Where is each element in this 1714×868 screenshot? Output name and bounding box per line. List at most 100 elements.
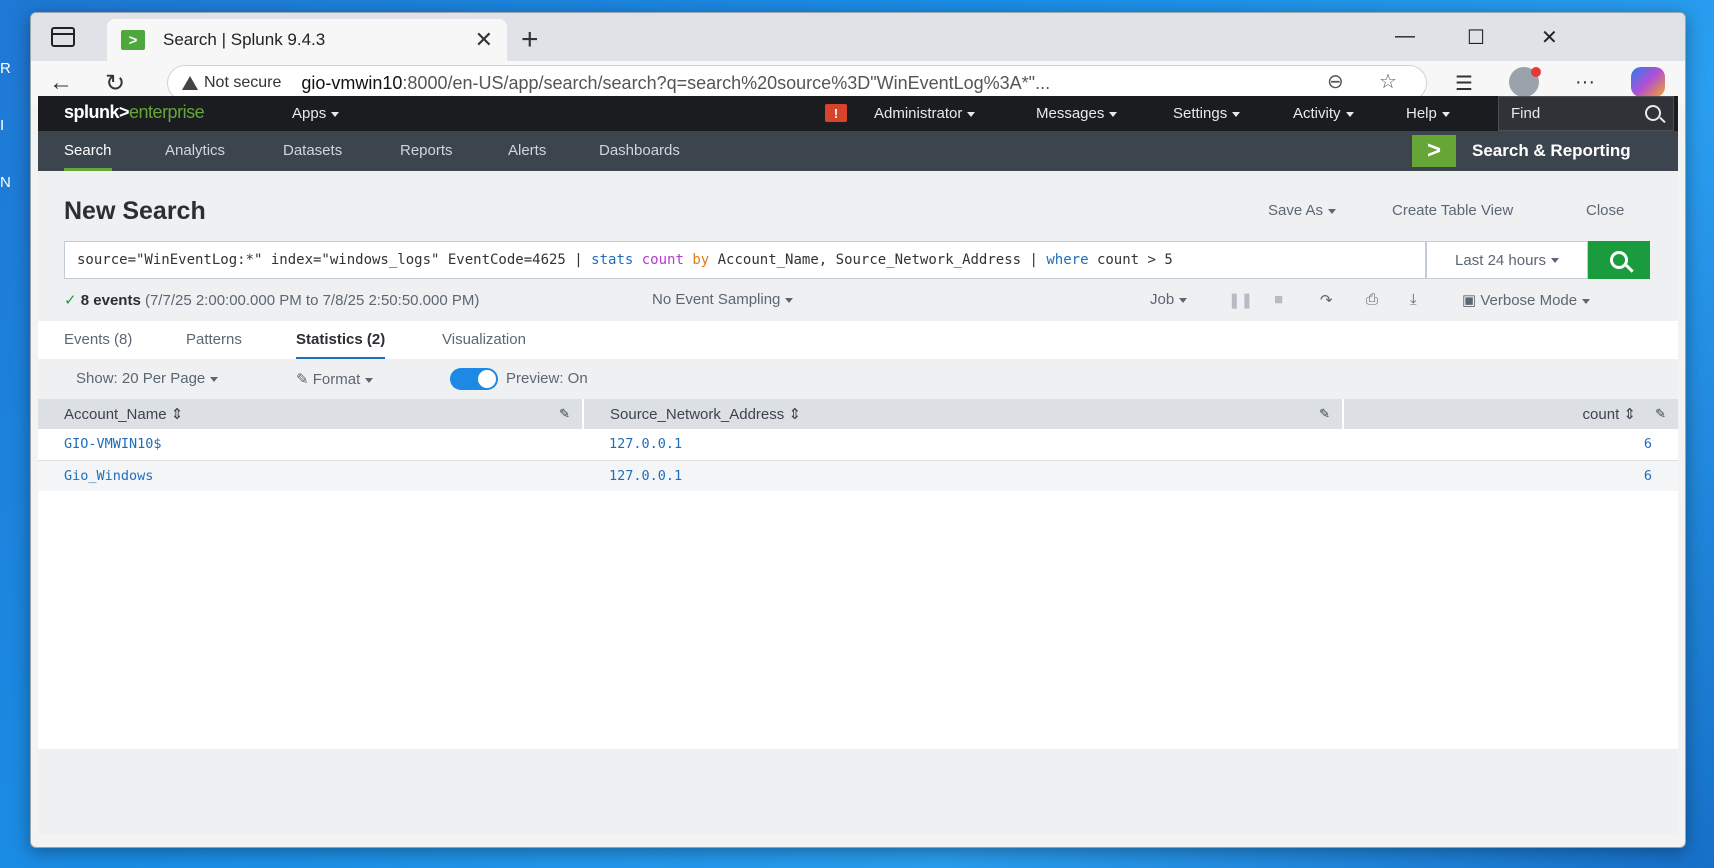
query-function: count <box>641 252 684 268</box>
sidebar-toggle-icon[interactable] <box>51 27 75 47</box>
page-title: New Search <box>64 197 206 225</box>
close-window-icon[interactable]: ✕ <box>1541 25 1558 50</box>
column-label: Source_Network_Address <box>610 406 785 423</box>
menu-label: Activity <box>1293 105 1341 122</box>
column-label: count <box>1582 406 1620 423</box>
search-content: New Search Save As Create Table View Clo… <box>38 171 1678 834</box>
new-tab-icon[interactable]: + <box>521 23 539 57</box>
table-header-row: Account_Name ⇕ ✎ Source_Network_Address ⇕… <box>38 399 1678 429</box>
more-icon[interactable]: ··· <box>1575 71 1595 94</box>
per-page-menu[interactable]: Show: 20 Per Page <box>76 370 219 387</box>
security-indicator[interactable]: Not secure <box>182 74 281 92</box>
chevron-down-icon <box>785 297 794 303</box>
apps-menu[interactable]: Apps <box>292 105 340 122</box>
close-link[interactable]: Close <box>1586 202 1624 219</box>
format-label: Format <box>312 371 361 388</box>
chevron-down-icon <box>1232 111 1241 117</box>
tab-close-icon[interactable]: ✕ <box>475 27 493 53</box>
sort-icon: ⇕ <box>1623 406 1636 423</box>
app-tab-datasets[interactable]: Datasets <box>283 142 342 159</box>
menu-label: Messages <box>1036 105 1105 122</box>
pause-icon[interactable]: ❚❚ <box>1228 291 1253 309</box>
app-tab-reports[interactable]: Reports <box>400 142 453 159</box>
table-cell[interactable]: 6 <box>1343 460 1678 492</box>
table-cell[interactable]: 127.0.0.1 <box>583 429 1343 461</box>
administrator-menu[interactable]: Administrator <box>874 105 976 122</box>
app-tab-alerts[interactable]: Alerts <box>508 142 546 159</box>
table-cell[interactable]: 6 <box>1343 429 1678 461</box>
url-path: :8000/en-US/app/search/search?q=search%2… <box>402 72 1051 93</box>
search-query-input[interactable]: source="WinEventLog:*" index="windows_lo… <box>64 241 1426 279</box>
check-icon: ✓ <box>64 292 77 309</box>
tab-events[interactable]: Events (8) <box>64 331 132 348</box>
chevron-down-icon <box>1441 111 1450 117</box>
activity-menu[interactable]: Activity <box>1293 105 1354 122</box>
export-icon[interactable]: ⤓ <box>1410 291 1417 308</box>
mode-label: Verbose Mode <box>1480 292 1578 309</box>
event-count[interactable]: 8 events <box>81 292 141 309</box>
chevron-down-icon <box>1328 208 1337 214</box>
column-label: Account_Name <box>64 406 167 423</box>
app-tab-search[interactable]: Search <box>64 142 112 171</box>
messages-menu[interactable]: Messages <box>1036 105 1118 122</box>
save-as-menu[interactable]: Save As <box>1268 202 1337 219</box>
stop-icon[interactable]: ■ <box>1274 291 1283 308</box>
app-name[interactable]: Search & Reporting <box>1472 141 1631 161</box>
alert-icon[interactable]: ! <box>825 104 847 122</box>
job-menu[interactable]: Job <box>1150 291 1188 308</box>
maximize-icon[interactable]: ☐ <box>1467 25 1485 50</box>
print-icon[interactable]: ⎙ <box>1366 291 1378 308</box>
tab-visualization[interactable]: Visualization <box>442 331 526 348</box>
help-menu[interactable]: Help <box>1406 105 1450 122</box>
query-command: where <box>1046 252 1089 268</box>
copilot-icon[interactable] <box>1631 67 1665 97</box>
favorites-icon[interactable]: ☰ <box>1455 71 1473 96</box>
edit-column-icon[interactable]: ✎ <box>1319 406 1330 422</box>
event-sampling-menu[interactable]: No Event Sampling <box>652 291 794 308</box>
chevron-down-icon <box>365 377 374 383</box>
table-cell[interactable]: Gio_Windows <box>38 460 583 492</box>
column-header[interactable]: Account_Name ⇕ ✎ <box>38 399 584 429</box>
apps-label: Apps <box>292 105 327 122</box>
table-cell[interactable]: GIO-VMWIN10$ <box>38 429 583 461</box>
format-menu[interactable]: ✎ Format <box>296 370 374 388</box>
table-row: GIO-VMWIN10$ 127.0.0.1 6 <box>38 429 1678 461</box>
mode-icon: ▣ <box>1462 292 1477 309</box>
edit-column-icon[interactable]: ✎ <box>1655 406 1666 422</box>
preview-toggle[interactable] <box>450 368 498 390</box>
share-icon[interactable]: ↷ <box>1320 291 1333 309</box>
favorite-star-icon[interactable]: ☆ <box>1379 69 1397 94</box>
tab-patterns[interactable]: Patterns <box>186 331 242 348</box>
edit-column-icon[interactable]: ✎ <box>559 406 570 422</box>
settings-menu[interactable]: Settings <box>1173 105 1241 122</box>
search-icon[interactable] <box>1645 105 1661 121</box>
search-button[interactable] <box>1588 241 1650 279</box>
search-mode-menu[interactable]: ▣ Verbose Mode <box>1462 291 1591 309</box>
chevron-down-icon <box>967 111 976 117</box>
sort-icon: ⇕ <box>170 406 184 423</box>
column-header[interactable]: Source_Network_Address ⇕ ✎ <box>583 399 1344 429</box>
find-label: Find <box>1511 105 1541 122</box>
minimize-icon[interactable]: — <box>1395 25 1415 48</box>
app-tab-analytics[interactable]: Analytics <box>165 142 225 159</box>
job-label: Job <box>1150 291 1175 308</box>
app-logo-icon[interactable]: > <box>1412 135 1456 167</box>
job-status: ✓ 8 events (7/7/25 2:00:00.000 PM to 7/8… <box>64 291 479 309</box>
splunk-top-bar: splunk>enterprise Apps ! Administrator M… <box>38 96 1678 131</box>
column-header[interactable]: count ⇕ ✎ <box>1343 399 1678 429</box>
tab-statistics[interactable]: Statistics (2) <box>296 331 386 360</box>
query-command: stats <box>591 252 634 268</box>
time-range-picker[interactable]: Last 24 hours <box>1426 241 1588 279</box>
table-cell[interactable]: 127.0.0.1 <box>583 460 1343 492</box>
back-icon[interactable]: ← <box>49 69 73 97</box>
app-tab-dashboards[interactable]: Dashboards <box>599 142 680 159</box>
query-part: count > 5 <box>1088 252 1173 268</box>
browser-tab[interactable]: > Search | Splunk 9.4.3 ✕ <box>107 19 507 61</box>
reload-icon[interactable]: ↻ <box>105 69 125 98</box>
find-input[interactable]: Find <box>1498 96 1674 131</box>
create-table-view-link[interactable]: Create Table View <box>1392 202 1513 219</box>
zoom-icon[interactable]: ⊖ <box>1327 69 1344 94</box>
logo-main: splunk> <box>64 102 130 122</box>
splunk-logo[interactable]: splunk>enterprise <box>64 102 205 123</box>
chevron-down-icon <box>1109 111 1118 117</box>
